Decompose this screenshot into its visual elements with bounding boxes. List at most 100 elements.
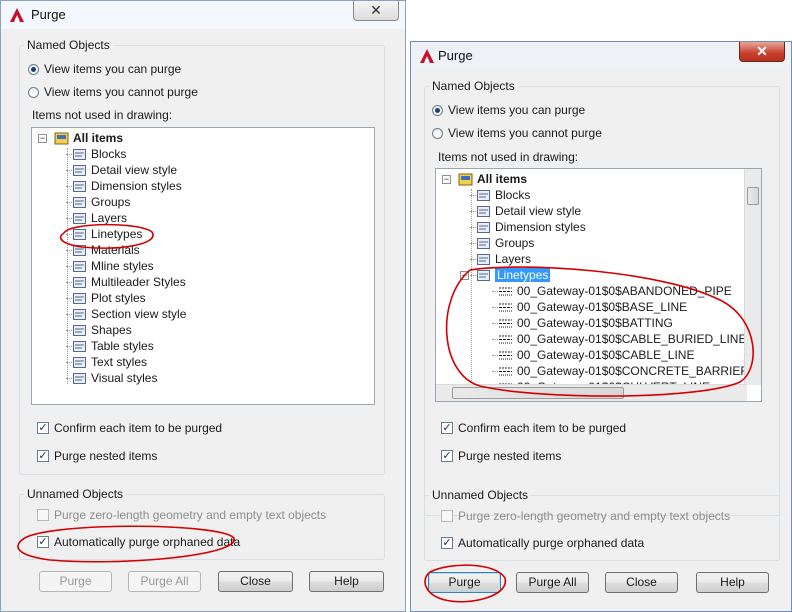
orphaned-data-checkbox[interactable]: ✓ Automatically purge orphaned data <box>441 536 644 550</box>
tree-item[interactable]: Materials <box>72 242 140 258</box>
purge-items-tree[interactable]: − All items Blocks Detail view style Dimensi… <box>435 168 762 402</box>
tree-item[interactable]: Blocks <box>476 187 530 203</box>
purge-items-tree[interactable]: − All items Blocks Detail view style Dimensi… <box>31 127 375 405</box>
purge-nested-checkbox[interactable]: ✓ Purge nested items <box>441 449 561 463</box>
tree-item-label: All items <box>477 172 528 186</box>
tree-item-label: Blocks <box>91 147 127 161</box>
view-can-purge-radio[interactable]: View items you can purge <box>432 103 585 117</box>
title-bar[interactable]: Purge <box>1 1 405 29</box>
scrollbar-thumb[interactable] <box>452 387 624 399</box>
tree-item[interactable]: Linetypes <box>72 226 142 242</box>
purge-button[interactable]: Purge <box>428 572 501 593</box>
tree-root-all-items[interactable]: All items <box>54 130 123 146</box>
tree-item[interactable]: 00_Gateway-01$0$CABLE_LINE <box>498 347 694 363</box>
confirm-each-checkbox[interactable]: ✓ Confirm each item to be purged <box>441 421 626 435</box>
tree-item[interactable]: Detail view style <box>72 162 177 178</box>
radio-label: View items you can purge <box>44 62 182 76</box>
tree-root-all-items[interactable]: All items <box>458 171 527 187</box>
tree-item[interactable]: Visual styles <box>72 370 157 386</box>
tree-collapse-icon[interactable]: − <box>442 175 451 184</box>
checkbox[interactable]: ✓ <box>37 422 49 434</box>
items-not-used-label: Items not used in drawing: <box>32 108 173 122</box>
tree-item-icon <box>73 180 86 192</box>
tree-item-label: Multileader Styles <box>91 275 186 289</box>
tree-item[interactable]: Multileader Styles <box>72 274 186 290</box>
tree-item-icon <box>499 287 512 295</box>
tree-item[interactable]: Mline styles <box>72 258 154 274</box>
radio-button[interactable] <box>432 127 443 139</box>
tree-item[interactable]: Linetypes <box>476 267 551 283</box>
purge-all-button[interactable]: Purge All <box>128 571 201 592</box>
purge-button[interactable]: Purge <box>39 571 112 592</box>
tree-item[interactable]: Groups <box>72 194 130 210</box>
tree-item-icon <box>477 205 490 217</box>
window-title: Purge <box>31 7 66 22</box>
orphaned-data-checkbox[interactable]: ✓ Automatically purge orphaned data <box>37 535 240 549</box>
tree-item-icon <box>73 324 86 336</box>
checkbox[interactable] <box>441 510 453 522</box>
view-cannot-purge-radio[interactable]: View items you cannot purge <box>28 85 198 99</box>
close-button[interactable]: Close <box>218 571 293 592</box>
autocad-logo-icon <box>420 49 434 63</box>
tree-item-icon <box>73 148 86 160</box>
close-button[interactable]: Close <box>605 572 678 593</box>
tree-collapse-icon[interactable]: − <box>38 134 47 143</box>
radio-button[interactable] <box>432 104 443 116</box>
close-window-button[interactable]: ✕ <box>739 42 785 62</box>
tree-item-icon <box>499 335 512 343</box>
tree-item-label: 00_Gateway-01$0$ABANDONED_PIPE <box>517 284 732 298</box>
tree-item-label: Detail view style <box>495 204 582 218</box>
tree-item-icon <box>477 253 490 265</box>
purge-all-button[interactable]: Purge All <box>516 572 589 593</box>
tree-item[interactable]: Section view style <box>72 306 186 322</box>
tree-item[interactable]: Text styles <box>72 354 147 370</box>
tree-item[interactable]: Layers <box>476 251 531 267</box>
help-button[interactable]: Help <box>696 572 769 593</box>
purge-nested-checkbox[interactable]: ✓ Purge nested items <box>37 449 157 463</box>
checkbox[interactable] <box>37 509 49 521</box>
tree-item-icon <box>499 351 512 359</box>
tree-item[interactable]: Dimension styles <box>72 178 182 194</box>
tree-item[interactable]: 00_Gateway-01$0$CONCRETE_BARRIER <box>498 363 749 379</box>
tree-item[interactable]: 00_Gateway-01$0$ABANDONED_PIPE <box>498 283 732 299</box>
tree-item[interactable]: 00_Gateway-01$0$BATTING <box>498 315 673 331</box>
horizontal-scrollbar[interactable] <box>436 384 747 401</box>
radio-button[interactable] <box>28 86 39 98</box>
purge-dialog-left: Purge ✕ Named Objects View items you can… <box>0 0 406 612</box>
tree-item[interactable]: Plot styles <box>72 290 146 306</box>
tree-item-icon <box>73 340 86 352</box>
checkbox[interactable]: ✓ <box>441 537 453 549</box>
view-cannot-purge-radio[interactable]: View items you cannot purge <box>432 126 602 140</box>
tree-collapse-icon[interactable]: − <box>460 271 469 280</box>
checkbox[interactable]: ✓ <box>37 450 49 462</box>
title-bar[interactable]: Purge <box>411 42 791 70</box>
zero-length-checkbox[interactable]: Purge zero-length geometry and empty tex… <box>441 509 730 523</box>
help-button[interactable]: Help <box>309 571 384 592</box>
tree-item[interactable]: Detail view style <box>476 203 581 219</box>
vertical-scrollbar[interactable] <box>744 169 761 385</box>
tree-item[interactable]: Table styles <box>72 338 154 354</box>
checkbox[interactable]: ✓ <box>441 450 453 462</box>
tree-item-icon <box>73 292 86 304</box>
close-window-button[interactable]: ✕ <box>353 1 399 21</box>
tree-item[interactable]: Groups <box>476 235 534 251</box>
tree-item-label: Mline styles <box>91 259 154 273</box>
scrollbar-thumb[interactable] <box>747 187 759 205</box>
tree-item-label: 00_Gateway-01$0$BASE_LINE <box>517 300 688 314</box>
tree-item[interactable]: Blocks <box>72 146 126 162</box>
zero-length-checkbox[interactable]: Purge zero-length geometry and empty tex… <box>37 508 326 522</box>
checkbox[interactable]: ✓ <box>37 536 49 548</box>
tree-item-label: Blocks <box>495 188 531 202</box>
tree-item-label: 00_Gateway-01$0$CONCRETE_BARRIER <box>517 364 750 378</box>
radio-button[interactable] <box>28 63 39 75</box>
view-can-purge-radio[interactable]: View items you can purge <box>28 62 181 76</box>
checkbox[interactable]: ✓ <box>441 422 453 434</box>
tree-item-label: Plot styles <box>91 291 146 305</box>
tree-item[interactable]: Shapes <box>72 322 132 338</box>
tree-item[interactable]: 00_Gateway-01$0$CABLE_BURIED_LINE <box>498 331 746 347</box>
tree-item[interactable]: Layers <box>72 210 127 226</box>
tree-item[interactable]: 00_Gateway-01$0$BASE_LINE <box>498 299 687 315</box>
confirm-each-checkbox[interactable]: ✓ Confirm each item to be purged <box>37 421 222 435</box>
tree-item[interactable]: Dimension styles <box>476 219 586 235</box>
tree-item-icon <box>477 189 490 201</box>
